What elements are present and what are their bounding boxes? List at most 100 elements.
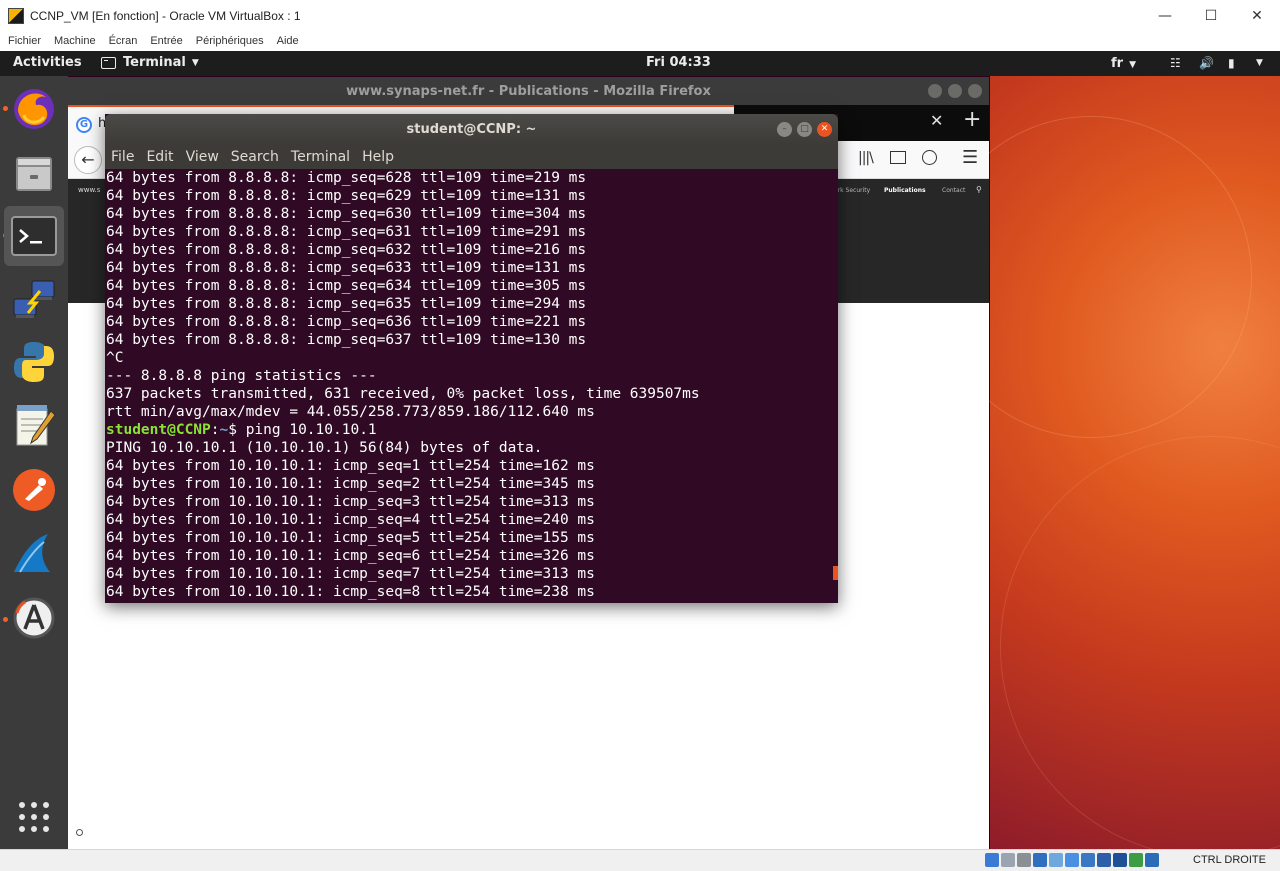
audio-icon[interactable] bbox=[1017, 853, 1031, 867]
show-applications-icon[interactable] bbox=[4, 787, 64, 847]
vbox-window-title: CCNP_VM [En fonction] - Oracle VM Virtua… bbox=[30, 8, 301, 23]
terminal-line: 64 bytes from 8.8.8.8: icmp_seq=629 ttl=… bbox=[106, 188, 587, 204]
terminal-line: 64 bytes from 10.10.10.1: icmp_seq=3 ttl… bbox=[106, 494, 595, 510]
site-nav-network-security[interactable]: ork Security bbox=[834, 187, 870, 194]
close-button[interactable]: ✕ bbox=[1234, 0, 1280, 31]
hard-disk-icon[interactable] bbox=[985, 853, 999, 867]
virtualbox-icon bbox=[8, 7, 24, 24]
activities-button[interactable]: Activities bbox=[13, 55, 82, 70]
text-editor-icon[interactable] bbox=[4, 396, 64, 456]
terminal-output[interactable]: 64 bytes from 8.8.8.8: icmp_seq=628 ttl=… bbox=[105, 169, 838, 603]
terminal-icon bbox=[101, 56, 116, 69]
chevron-down-icon: ▼ bbox=[1129, 60, 1136, 70]
vbox-menu-ecran[interactable]: Écran bbox=[109, 35, 138, 47]
terminal-line: rtt min/avg/max/mdev = 44.055/258.773/85… bbox=[106, 404, 595, 420]
firefox-minimize-button[interactable] bbox=[928, 84, 942, 98]
keyboard-icon[interactable] bbox=[1145, 853, 1159, 867]
site-nav-publications[interactable]: Publications bbox=[884, 187, 926, 194]
terminal-menu-search[interactable]: Search bbox=[231, 149, 279, 165]
terminal-line: --- 8.8.8.8 ping statistics --- bbox=[106, 368, 377, 384]
network-adapter-icon[interactable] bbox=[1033, 853, 1047, 867]
display-icon[interactable] bbox=[1081, 853, 1095, 867]
vbox-menu-peripheriques[interactable]: Périphériques bbox=[196, 35, 264, 47]
hamburger-menu-icon[interactable]: ☰ bbox=[962, 147, 978, 168]
terminal-line: PING 10.10.10.1 (10.10.10.1) 56(84) byte… bbox=[106, 440, 543, 456]
usb-icon[interactable] bbox=[1049, 853, 1063, 867]
terminal-minimize-button[interactable]: – bbox=[777, 122, 792, 137]
firefox-window-title: www.synaps-net.fr - Publications - Mozil… bbox=[346, 83, 711, 99]
terminal-menu-help[interactable]: Help bbox=[362, 149, 394, 165]
vbox-menu-fichier[interactable]: Fichier bbox=[8, 35, 41, 47]
terminal-line: 64 bytes from 10.10.10.1: icmp_seq=6 ttl… bbox=[106, 548, 595, 564]
google-icon: G bbox=[76, 117, 92, 133]
terminal-line: 64 bytes from 8.8.8.8: icmp_seq=634 ttl=… bbox=[106, 278, 587, 294]
network-icon[interactable]: ☷ bbox=[1170, 56, 1181, 70]
terminal-scrollbar[interactable] bbox=[833, 566, 838, 580]
status-dot-icon bbox=[76, 829, 83, 836]
files-icon[interactable] bbox=[4, 143, 64, 203]
sidebar-icon[interactable] bbox=[890, 151, 906, 164]
terminal-line: 64 bytes from 10.10.10.1: icmp_seq=1 ttl… bbox=[106, 458, 595, 474]
maximize-button[interactable]: ☐ bbox=[1188, 0, 1234, 31]
vbox-menu-machine[interactable]: Machine bbox=[54, 35, 96, 47]
cpu-icon[interactable] bbox=[1113, 853, 1127, 867]
terminal-line: 64 bytes from 8.8.8.8: icmp_seq=633 ttl=… bbox=[106, 260, 587, 276]
vbox-titlebar: CCNP_VM [En fonction] - Oracle VM Virtua… bbox=[0, 0, 1280, 31]
terminal-line: 64 bytes from 10.10.10.1: icmp_seq=7 ttl… bbox=[106, 566, 595, 582]
back-arrow-icon[interactable]: ← bbox=[74, 146, 102, 174]
prompt-command: ping 10.10.10.1 bbox=[245, 422, 377, 438]
account-icon[interactable] bbox=[922, 150, 937, 165]
vbox-menu-aide[interactable]: Aide bbox=[277, 35, 299, 47]
terminal-menu-view[interactable]: View bbox=[186, 149, 219, 165]
keyboard-layout-label: fr bbox=[1111, 56, 1124, 71]
app-menu[interactable]: Terminal ▼ bbox=[101, 55, 199, 70]
library-icon[interactable]: |||\ bbox=[858, 150, 874, 166]
terminal-line: 64 bytes from 8.8.8.8: icmp_seq=637 ttl=… bbox=[106, 332, 587, 348]
vbox-status-icons bbox=[985, 853, 1161, 867]
vbox-menu-entree[interactable]: Entrée bbox=[150, 35, 182, 47]
terminal-line: 64 bytes from 10.10.10.1: icmp_seq=5 ttl… bbox=[106, 530, 595, 546]
terminal-menu-terminal[interactable]: Terminal bbox=[291, 149, 350, 165]
battery-icon[interactable]: ▮ bbox=[1228, 56, 1235, 70]
terminal-close-button[interactable]: ✕ bbox=[817, 122, 832, 137]
terminal-window-title: student@CCNP: ~ bbox=[406, 122, 537, 137]
close-tab-icon[interactable]: ✕ bbox=[930, 111, 943, 130]
host-key-label: CTRL DROITE bbox=[1193, 854, 1266, 866]
firefox-icon[interactable] bbox=[4, 79, 64, 139]
mouse-integration-icon[interactable] bbox=[1129, 853, 1143, 867]
terminal-line: 64 bytes from 8.8.8.8: icmp_seq=632 ttl=… bbox=[106, 242, 587, 258]
system-menu-chevron-icon[interactable]: ▼ bbox=[1256, 58, 1263, 68]
terminal-window: student@CCNP: ~ – □ ✕ File Edit View Sea… bbox=[105, 114, 838, 603]
optical-drive-icon[interactable] bbox=[1001, 853, 1015, 867]
gnome-top-bar: Activities Terminal ▼ Fri 04:33 fr ▼ ☷ 🔊 … bbox=[0, 51, 1280, 76]
firefox-close-button[interactable] bbox=[968, 84, 982, 98]
site-logo: www.s bbox=[78, 186, 101, 194]
software-updater-icon[interactable] bbox=[4, 588, 64, 648]
site-search-icon[interactable]: ⚲ bbox=[976, 185, 982, 194]
terminal-menu-edit[interactable]: Edit bbox=[146, 149, 173, 165]
site-nav-contact[interactable]: Contact bbox=[942, 187, 965, 194]
new-tab-icon[interactable]: + bbox=[963, 107, 981, 132]
postman-icon[interactable] bbox=[4, 460, 64, 520]
terminal-menubar: File Edit View Search Terminal Help bbox=[105, 145, 838, 169]
network-tool-icon[interactable] bbox=[4, 269, 64, 329]
terminal-maximize-button[interactable]: □ bbox=[797, 122, 812, 137]
terminal-line: 637 packets transmitted, 631 received, 0… bbox=[106, 386, 700, 402]
prompt-user: student@CCNP bbox=[106, 422, 211, 438]
terminal-icon[interactable] bbox=[4, 206, 64, 266]
python-icon[interactable] bbox=[4, 332, 64, 392]
terminal-menu-file[interactable]: File bbox=[111, 149, 134, 165]
wireshark-icon[interactable] bbox=[4, 524, 64, 584]
minimize-button[interactable]: — bbox=[1142, 0, 1188, 31]
volume-icon[interactable]: 🔊 bbox=[1199, 56, 1214, 70]
terminal-titlebar[interactable]: student@CCNP: ~ – □ ✕ bbox=[105, 114, 838, 145]
firefox-titlebar: www.synaps-net.fr - Publications - Mozil… bbox=[68, 77, 989, 105]
vbox-statusbar: CTRL DROITE bbox=[0, 849, 1280, 871]
terminal-line: 64 bytes from 10.10.10.1: icmp_seq=2 ttl… bbox=[106, 476, 595, 492]
shared-folders-icon[interactable] bbox=[1065, 853, 1079, 867]
app-menu-label: Terminal bbox=[123, 55, 186, 70]
video-capture-icon[interactable] bbox=[1097, 853, 1111, 867]
firefox-maximize-button[interactable] bbox=[948, 84, 962, 98]
keyboard-layout-indicator[interactable]: fr ▼ bbox=[1111, 56, 1136, 71]
clock[interactable]: Fri 04:33 bbox=[646, 55, 711, 70]
